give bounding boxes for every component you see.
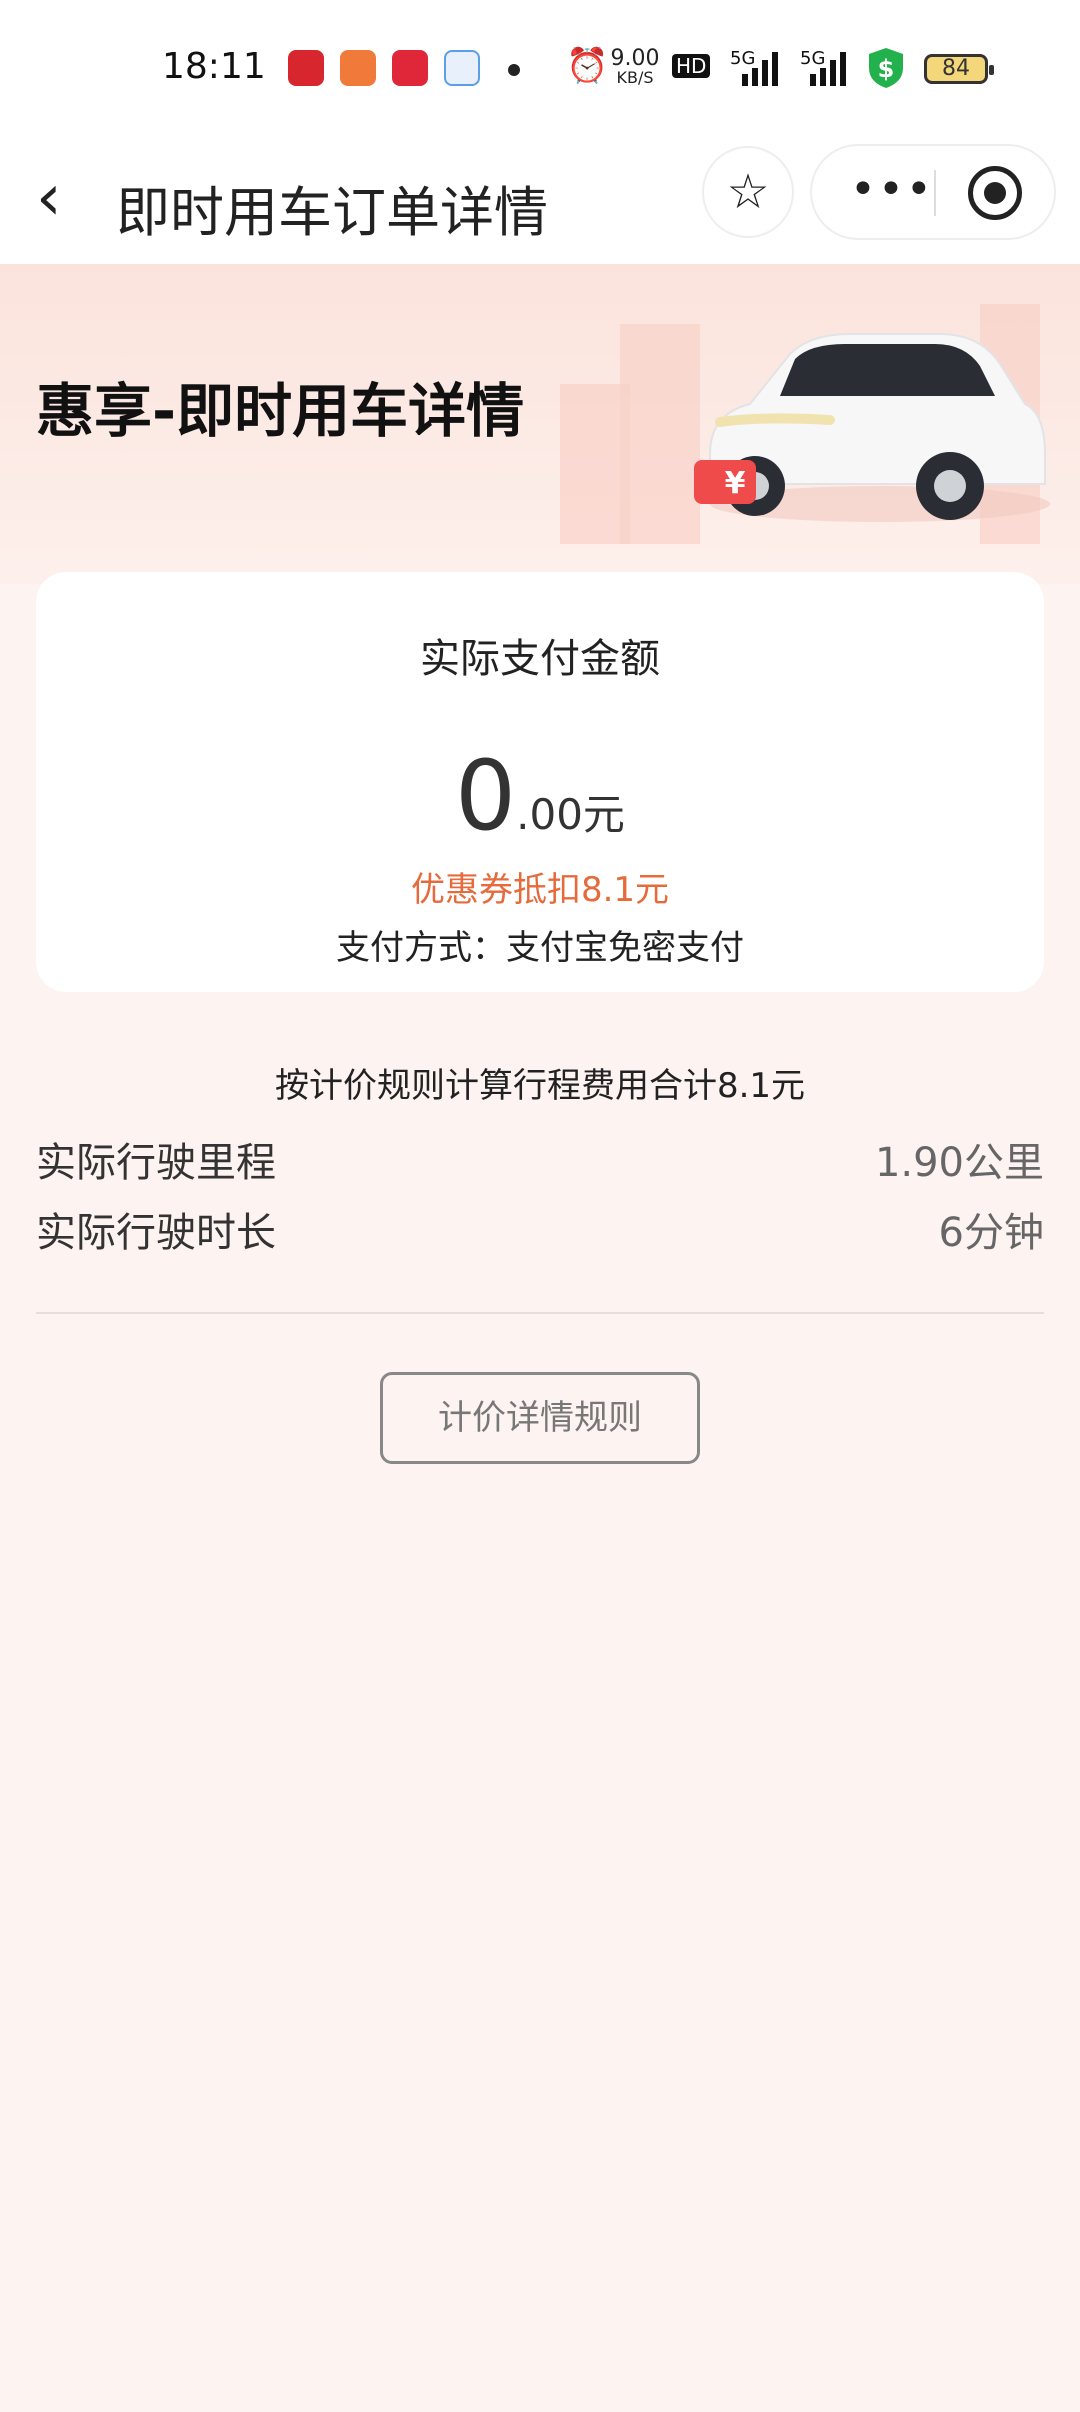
status-time: 18:11 [162, 46, 266, 87]
distance-value: 1.90公里 [874, 1140, 1044, 1186]
status-bar: 18:11 ⏰ 9.00 KB/S HD 5G 5G $ 84 [0, 0, 1080, 136]
hero-title: 惠享-即时用车详情 [36, 377, 525, 445]
hd-icon: HD [672, 54, 711, 78]
duration-row: 实际行驶时长 6分钟 [36, 1200, 1044, 1260]
net-speed-value: 9.00 [610, 46, 660, 71]
net-speed-unit: KB/S [616, 68, 654, 87]
svg-text:$: $ [878, 55, 895, 83]
app-icon-tmall [392, 50, 428, 86]
app-icon-books [340, 50, 376, 86]
back-arrow-icon[interactable]: ‹ [36, 162, 84, 234]
signal-bars-icon [742, 52, 778, 86]
duration-value: 6分钟 [938, 1210, 1044, 1256]
net-speed: 9.00 KB/S [610, 48, 660, 86]
app-icon-news [288, 50, 324, 86]
hero-banner: 惠享-即时用车详情 ¥ [0, 264, 1080, 584]
car-illustration [694, 333, 1050, 522]
yuan-badge-icon: ¥ [724, 466, 746, 501]
divider [36, 1312, 1044, 1314]
payment-method: 支付方式：支付宝免密支付 [336, 928, 744, 968]
notification-dot [508, 64, 520, 76]
alarm-icon: ⏰ [566, 46, 609, 86]
coupon-discount: 优惠券抵扣8.1元 [410, 870, 670, 910]
distance-row: 实际行驶里程 1.90公里 [36, 1130, 1044, 1190]
security-shield-icon: $ [869, 48, 903, 88]
battery-icon: 84 [924, 54, 994, 84]
miniapp-capsule: ••• [810, 144, 1056, 240]
amount-decimal: .00 [516, 790, 583, 839]
duration-label: 实际行驶时长 [36, 1210, 276, 1256]
more-menu-button[interactable]: ••• [850, 164, 934, 215]
payment-card: 实际支付金额 0.00元 优惠券抵扣8.1元 支付方式：支付宝免密支付 [36, 572, 1044, 992]
close-miniapp-button[interactable] [968, 166, 1022, 220]
payment-label: 实际支付金额 [420, 636, 660, 682]
signal-bars-icon-2 [810, 52, 846, 86]
page-title: 即时用车订单详情 [116, 181, 548, 244]
amount-currency: 元 [582, 790, 625, 839]
fare-total: 按计价规则计算行程费用合计8.1元 [274, 1066, 806, 1106]
favorite-star-button[interactable]: ☆ [702, 146, 794, 238]
capsule-divider [934, 170, 936, 216]
app-icon-browser [444, 50, 480, 86]
nav-bar: ‹ 即时用车订单详情 ☆ ••• [0, 136, 1080, 264]
distance-label: 实际行驶里程 [36, 1140, 276, 1186]
amount-integer: 0 [455, 740, 517, 852]
payment-amount: 0.00元 [36, 740, 1044, 852]
pricing-rules-button[interactable]: 计价详情规则 [380, 1372, 700, 1464]
